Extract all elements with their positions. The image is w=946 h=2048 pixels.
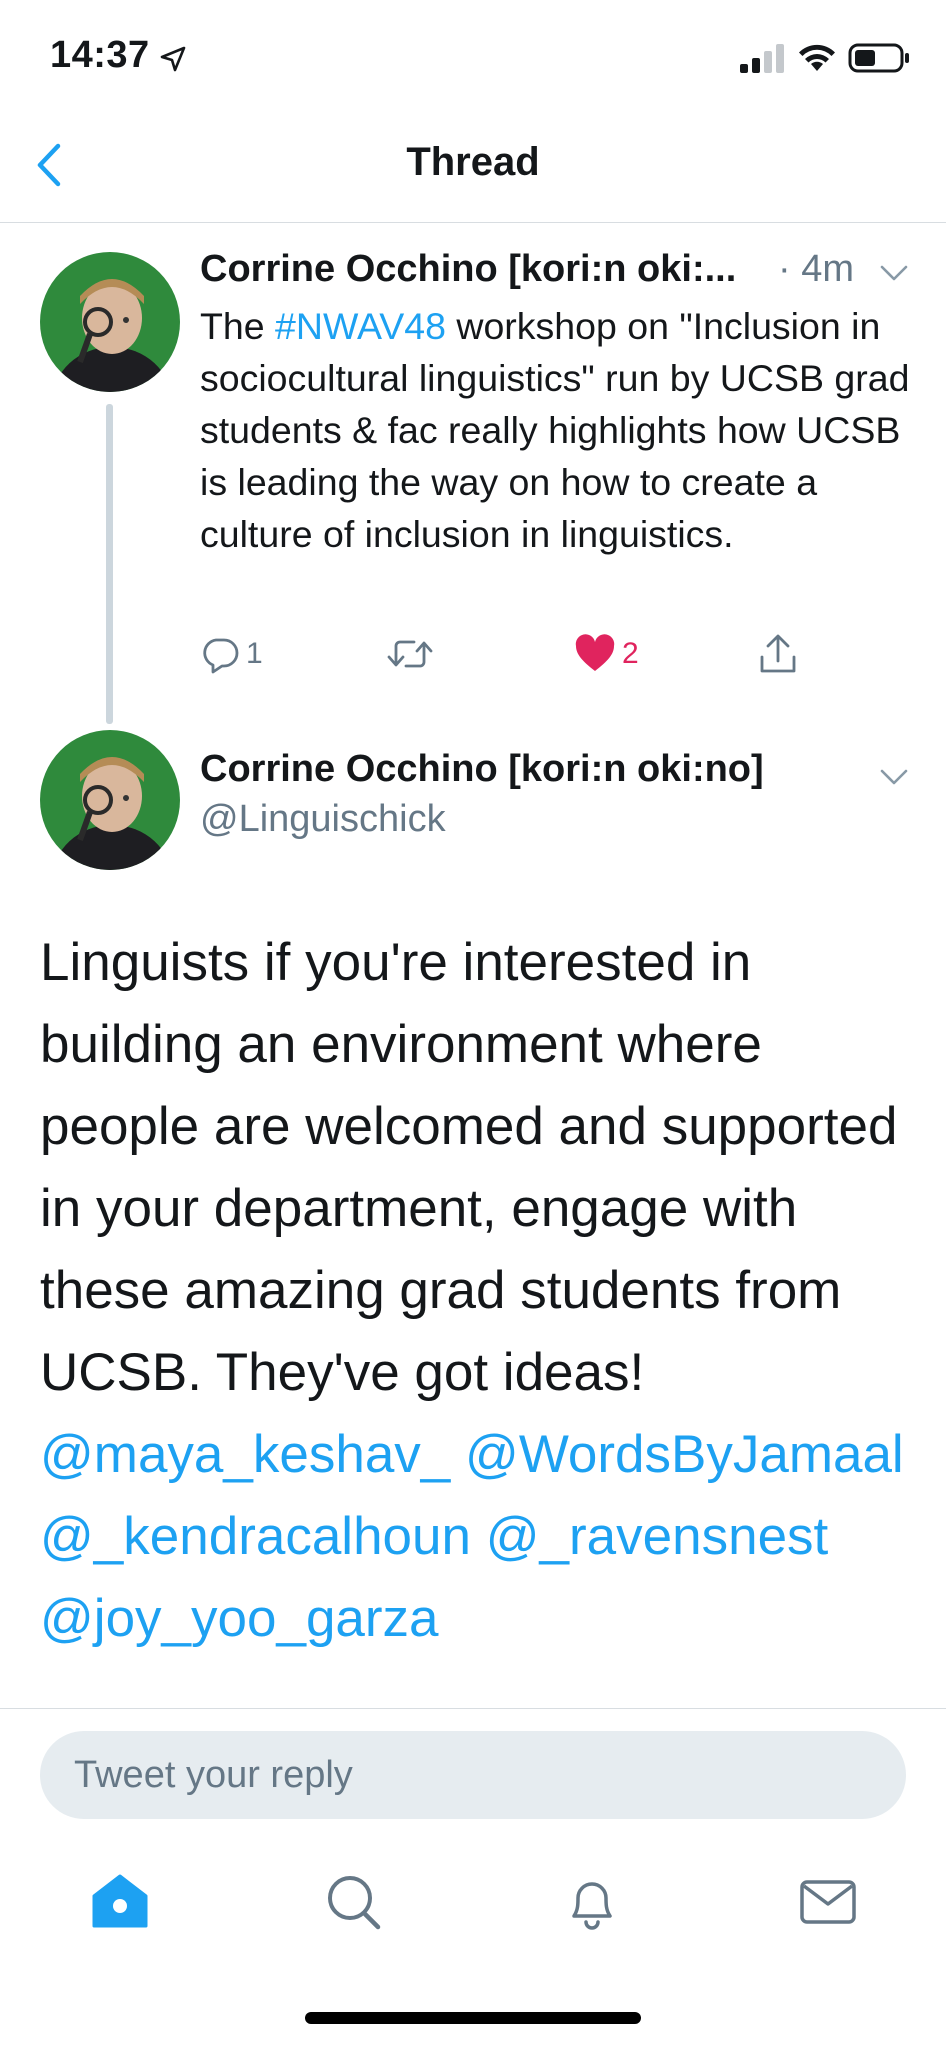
reply-bar — [0, 1708, 946, 1829]
thread-connector-line — [106, 404, 113, 724]
page-title: Thread — [406, 140, 540, 184]
search-icon[interactable] — [322, 1870, 386, 1934]
share-icon — [760, 634, 796, 673]
like-count: 2 — [622, 637, 639, 670]
share-button[interactable] — [758, 626, 798, 682]
heart-filled-icon — [575, 634, 615, 671]
tweet-actions: 1 2 — [200, 626, 820, 682]
mention-link[interactable]: @joy_yoo_garza — [40, 1589, 439, 1648]
tweet-author-handle[interactable]: @Linguischick — [200, 798, 446, 841]
notifications-bell-icon[interactable] — [560, 1870, 624, 1934]
chevron-down-icon[interactable] — [878, 766, 910, 788]
mention-link[interactable]: @_ravensnest — [486, 1507, 829, 1566]
messages-envelope-icon[interactable] — [796, 1870, 860, 1934]
mention-link[interactable]: @_kendracalhoun — [40, 1507, 471, 1566]
tweet-author-name[interactable]: Corrine Occhino [kori:n oki:no] — [200, 748, 764, 791]
reply-icon — [203, 638, 239, 674]
mention-link[interactable]: @WordsByJamaal — [465, 1425, 904, 1484]
reply-count: 1 — [246, 637, 263, 670]
reply-button[interactable]: 1 — [200, 626, 263, 682]
chevron-down-icon[interactable] — [878, 262, 910, 284]
wifi-icon — [799, 44, 835, 71]
status-time: 14:37 — [50, 34, 150, 76]
tweet-timestamp: · 4m — [778, 248, 854, 290]
avatar[interactable] — [40, 730, 180, 870]
thread-header: Thread — [0, 110, 946, 223]
cellular-signal-icon — [740, 44, 784, 73]
status-bar: 14:37 — [0, 0, 946, 110]
home-icon[interactable] — [88, 1870, 152, 1934]
tweet-text-part: Linguists if you're interested in buildi… — [40, 933, 898, 1402]
avatar-photo — [40, 252, 180, 392]
reply-input[interactable] — [40, 1731, 906, 1819]
like-button[interactable]: 2 — [574, 626, 639, 682]
avatar[interactable] — [40, 252, 180, 392]
hashtag-link[interactable]: #NWAV48 — [275, 305, 446, 347]
battery-icon — [848, 43, 909, 73]
home-indicator — [305, 2012, 641, 2024]
location-arrow-icon — [160, 46, 186, 72]
retweet-button[interactable] — [386, 626, 440, 682]
mention-link[interactable]: @maya_keshav_ — [40, 1425, 450, 1484]
avatar-photo — [40, 730, 180, 870]
tweet-text: The #NWAV48 workshop on "Inclusion in so… — [200, 300, 920, 560]
tweet-text-part: The — [200, 305, 276, 347]
focused-tweet-text: Linguists if you're interested in buildi… — [40, 922, 920, 1710]
tweet-author-name[interactable]: Corrine Occhino [kori:n oki:... — [200, 248, 760, 291]
tab-bar — [0, 1840, 946, 1970]
retweet-icon — [387, 640, 433, 668]
